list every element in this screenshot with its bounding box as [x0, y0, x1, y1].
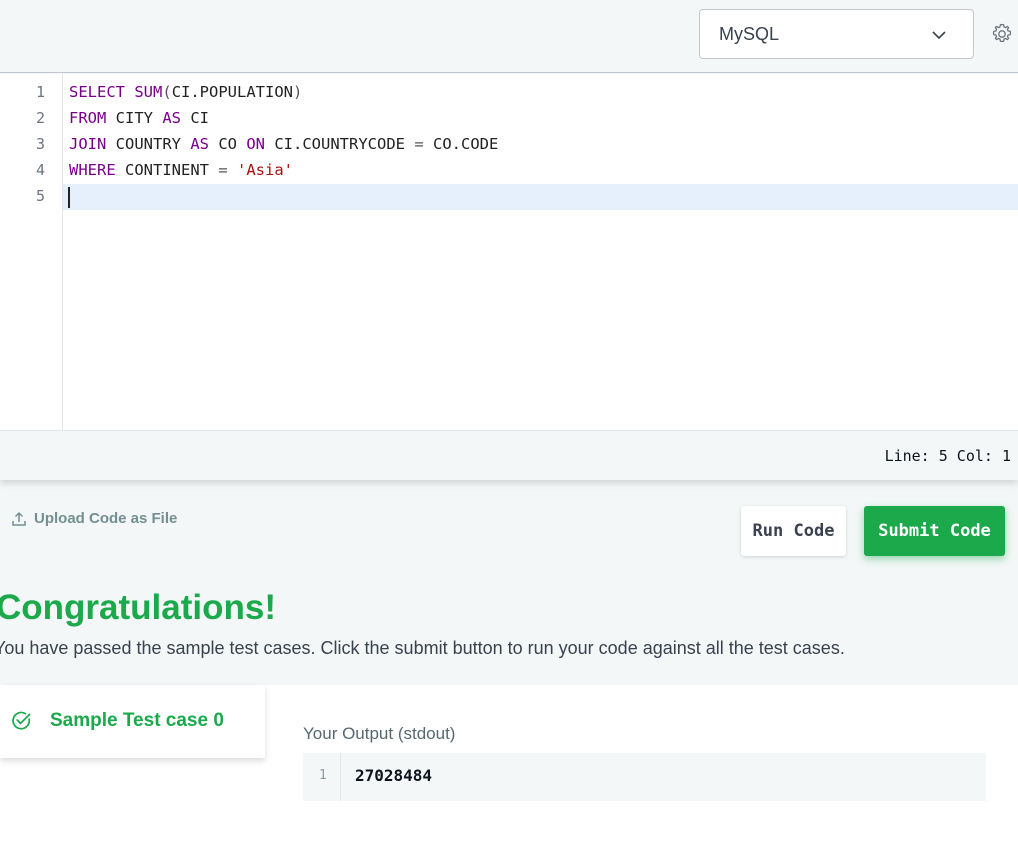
test-results-panel: Sample Test case 0 Your Output (stdout) … [0, 685, 1018, 849]
line-number: 2 [35, 109, 45, 127]
code-line[interactable]: FROM CITY AS CI [69, 105, 209, 131]
tab-sample-test-case-0[interactable]: Sample Test case 0 [0, 685, 265, 758]
submit-code-button[interactable]: Submit Code [864, 506, 1005, 556]
line-number: 3 [35, 135, 45, 153]
output-line-number: 1 [319, 768, 327, 783]
code-line[interactable]: SELECT SUM(CI.POPULATION) [69, 79, 302, 105]
line-number: 5 [35, 187, 45, 205]
test-case-label: Sample Test case 0 [50, 710, 224, 731]
editor-statusbar: Line: 5 Col: 1 [0, 430, 1018, 480]
code-line[interactable]: WHERE CONTINENT = 'Asia' [69, 157, 293, 183]
line-number: 1 [35, 83, 45, 101]
gear-icon[interactable] [990, 22, 1014, 46]
cursor-position: Line: 5 Col: 1 [884, 447, 1011, 465]
upload-code-button[interactable]: Upload Code as File [11, 510, 177, 527]
code-editor[interactable]: 1 2 3 4 5 SELECT SUM(CI.POPULATION) FROM… [0, 74, 1018, 430]
result-title: Congratulations! [0, 588, 276, 627]
output-box: 1 27028484 [303, 753, 986, 801]
output-value: 27028484 [355, 766, 433, 785]
check-circle-icon [12, 711, 31, 730]
output-label: Your Output (stdout) [303, 724, 456, 743]
code-area[interactable]: SELECT SUM(CI.POPULATION) FROM CITY AS C… [63, 74, 1018, 430]
text-cursor [68, 187, 70, 208]
editor-toolbar: MySQL [0, 0, 1018, 73]
language-select[interactable]: MySQL [699, 9, 974, 59]
language-select-value: MySQL [719, 23, 780, 44]
output-gutter: 1 [303, 753, 341, 801]
chevron-down-icon [932, 31, 946, 40]
upload-icon [12, 511, 26, 526]
upload-code-label: Upload Code as File [34, 510, 178, 527]
line-number-gutter: 1 2 3 4 5 [0, 74, 63, 430]
code-line[interactable]: JOIN COUNTRY AS CO ON CI.COUNTRYCODE = C… [69, 131, 498, 157]
run-code-button[interactable]: Run Code [741, 506, 846, 556]
line-number: 4 [35, 161, 45, 179]
active-line-highlight [63, 184, 1018, 210]
result-message: You have passed the sample test cases. C… [0, 638, 845, 658]
